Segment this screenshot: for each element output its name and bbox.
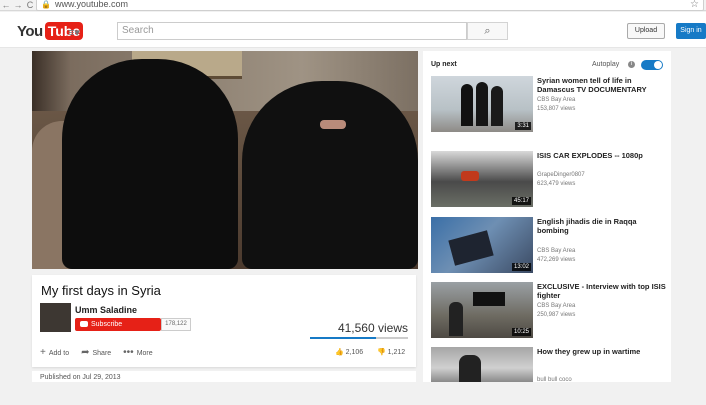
more-button[interactable]: ••• More	[123, 347, 152, 358]
view-count: 41,560 views	[337, 321, 408, 335]
item-channel: bull bull coco	[537, 377, 572, 383]
list-item[interactable]: 45:17 ISIS CAR EXPLODES -- 1080p GrapeDi…	[431, 151, 671, 209]
subscribe-label: Subscribe	[91, 321, 123, 328]
share-label: Share	[92, 350, 112, 357]
autoplay-label: Autoplay	[592, 61, 620, 68]
list-item[interactable]: 3:31 Syrian women tell of life in Damasc…	[431, 76, 671, 134]
thumb-figure	[476, 82, 488, 126]
search-input[interactable]: Search	[117, 22, 467, 40]
list-item[interactable]: 13:02 English jihadis die in Raqqa bombi…	[431, 217, 671, 275]
back-icon[interactable]: ←	[0, 0, 12, 11]
like-count: 2,106	[345, 349, 364, 356]
like-ratio-bar	[310, 337, 408, 339]
thumb-figure	[459, 355, 481, 382]
item-views: 153,807 views	[537, 106, 576, 112]
item-channel: CBS Bay Area	[537, 248, 576, 254]
more-dots-icon: •••	[123, 347, 134, 358]
video-thumbnail[interactable]: 3:31	[431, 76, 533, 132]
item-title[interactable]: ISIS CAR EXPLODES -- 1080p	[537, 151, 667, 160]
lock-icon: 🔒	[41, 0, 51, 9]
list-item[interactable]: How they grew up in wartime bull bull co…	[431, 347, 671, 405]
item-title[interactable]: English jihadis die in Raqqa bombing	[537, 217, 667, 235]
like-button[interactable]: 👍 2,106	[335, 348, 363, 356]
video-thumbnail[interactable]: 45:17	[431, 151, 533, 207]
bookmark-star-icon[interactable]: ☆	[690, 0, 699, 10]
dislike-button[interactable]: 👎 1,212	[377, 348, 405, 356]
browser-toolbar: ← → C www.youtube.com 🔒 ☆	[0, 0, 706, 11]
duration-badge: 10:25	[511, 328, 531, 336]
thumb-figure	[461, 84, 473, 126]
item-channel: GrapeDinger0807	[537, 172, 585, 178]
thumbs-up-icon: 👍	[335, 349, 344, 356]
item-views: 623,479 views	[537, 181, 576, 187]
thumb-fire	[461, 171, 479, 181]
up-next-sidebar: Up next Autoplay i 3:31 Syrian women tel…	[423, 51, 671, 383]
share-arrow-icon: ➦	[81, 347, 90, 358]
logo-you: You	[17, 22, 43, 40]
duration-badge: 3:31	[515, 122, 531, 130]
item-title[interactable]: EXCLUSIVE - Interview with top ISIS figh…	[537, 282, 667, 300]
add-to-button[interactable]: + Add to	[40, 347, 69, 358]
video-thumbnail[interactable]: 13:02	[431, 217, 533, 273]
dislike-count: 1,212	[387, 349, 406, 356]
duration-badge: 45:17	[511, 197, 531, 205]
thumbs-down-icon: 👎	[377, 349, 386, 356]
action-row: + Add to ➦ Share ••• More	[40, 347, 153, 358]
thumb-figure	[491, 86, 503, 126]
info-icon[interactable]: i	[628, 61, 635, 68]
item-views: 250,987 views	[537, 312, 576, 318]
autoplay-toggle[interactable]	[641, 60, 663, 70]
video-frame-figure-left	[62, 59, 238, 269]
video-info-card: My first days in Syria Umm Saladine Subs…	[32, 275, 416, 367]
published-date: Published on Jul 29, 2013	[32, 371, 416, 382]
up-next-heading: Up next	[431, 61, 457, 68]
channel-avatar[interactable]	[40, 303, 71, 332]
list-item[interactable]: 10:25 EXCLUSIVE - Interview with top ISI…	[431, 282, 671, 340]
thumb-figure	[449, 302, 463, 336]
dislike-portion	[375, 337, 408, 339]
video-player[interactable]	[32, 51, 418, 269]
reload-icon[interactable]: C	[24, 0, 36, 11]
address-bar[interactable]: www.youtube.com	[36, 0, 704, 11]
plus-icon: +	[40, 347, 46, 358]
url-text: www.youtube.com	[55, 0, 129, 9]
add-to-label: Add to	[48, 350, 70, 357]
duration-badge: 13:02	[511, 263, 531, 271]
upload-button[interactable]: Upload	[627, 23, 665, 39]
share-button[interactable]: ➦ Share	[81, 347, 111, 358]
search-button[interactable]: ⌕	[467, 22, 508, 40]
forward-icon[interactable]: →	[12, 0, 24, 11]
thumb-flag	[473, 292, 505, 306]
item-title[interactable]: How they grew up in wartime	[537, 347, 667, 356]
item-channel: CBS Bay Area	[537, 97, 576, 103]
subscriber-count: 178,122	[161, 318, 191, 331]
channel-name[interactable]: Umm Saladine	[75, 305, 137, 315]
item-views: 472,269 views	[537, 257, 576, 263]
search-icon: ⌕	[484, 25, 491, 37]
video-frame-figure-right	[242, 81, 418, 269]
item-channel: CBS Bay Area	[537, 303, 576, 309]
thumb-figure	[448, 230, 494, 266]
item-title[interactable]: Syrian women tell of life in Damascus TV…	[537, 76, 667, 94]
video-thumbnail[interactable]	[431, 347, 533, 382]
video-frame-eyes	[320, 120, 346, 129]
sign-in-button[interactable]: Sign in	[676, 23, 706, 39]
guide-menu-icon[interactable]: ≡▾	[68, 26, 80, 39]
video-title: My first days in Syria	[41, 283, 161, 298]
video-thumbnail[interactable]: 10:25	[431, 282, 533, 338]
youtube-play-icon	[80, 321, 88, 327]
subscribe-button[interactable]: Subscribe	[75, 318, 161, 331]
more-label: More	[136, 350, 153, 357]
